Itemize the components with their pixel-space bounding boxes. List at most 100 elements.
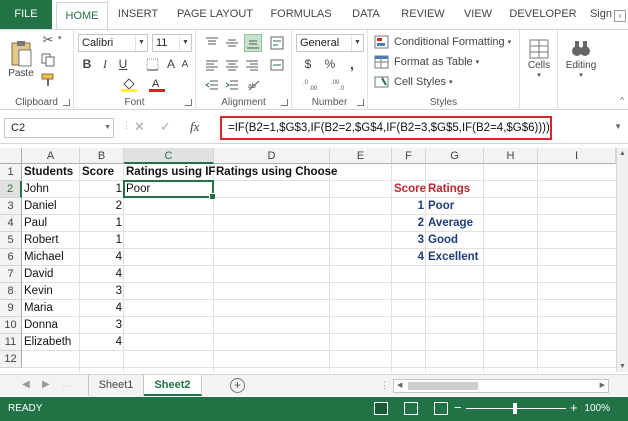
cancel-icon[interactable]: ✕ [134, 119, 145, 135]
format-as-table-button[interactable]: Format as Table ▾ [374, 53, 520, 71]
column-header-e[interactable]: E [330, 148, 392, 164]
page-break-view-icon[interactable] [434, 402, 448, 415]
scroll-down-icon[interactable]: ▼ [619, 363, 626, 370]
chevron-down-icon[interactable]: ▼ [135, 35, 147, 51]
format-painter-button[interactable] [40, 72, 56, 88]
column-header-f[interactable]: F [392, 148, 426, 164]
student-name-cell[interactable]: David [22, 266, 80, 283]
number-format-combo[interactable]: General ▼ [296, 34, 364, 52]
student-name-cell[interactable]: Michael [22, 249, 80, 266]
lookup-score-cell[interactable]: 3 [392, 232, 426, 249]
row-header-2[interactable]: 2 [0, 181, 22, 198]
lookup-rating-cell[interactable]: Good [426, 232, 484, 249]
lookup-score-header[interactable]: Score [392, 181, 426, 198]
student-name-cell[interactable]: Kevin [22, 283, 80, 300]
conditional-formatting-button[interactable]: Conditional Formatting ▾ [374, 33, 520, 51]
zoom-out-icon[interactable]: − [454, 400, 462, 415]
header-score[interactable]: Score [80, 164, 124, 181]
fill-color-button[interactable] [118, 76, 140, 92]
tab-view[interactable]: VIEW [458, 0, 498, 29]
header-ratings-if[interactable]: Ratings using IF [124, 164, 215, 181]
name-box[interactable]: C2 ▼ [4, 118, 114, 138]
sheet-tab-sheet2[interactable]: Sheet2 [144, 375, 202, 396]
tab-page-layout[interactable]: PAGE LAYOUT [172, 0, 258, 29]
paste-button[interactable]: Paste [6, 34, 36, 84]
row-header-10[interactable]: 10 [0, 317, 22, 334]
horizontal-scrollbar[interactable]: ◀ ▶ [393, 379, 609, 393]
font-color-button[interactable]: A [146, 76, 168, 92]
row-header-12[interactable]: 12 [0, 351, 22, 368]
underline-button[interactable]: U [116, 56, 130, 72]
tab-home[interactable]: HOME [56, 2, 108, 30]
score-cell[interactable]: 3 [80, 283, 124, 300]
student-name-cell[interactable]: Maria [22, 300, 80, 317]
row-header-8[interactable]: 8 [0, 283, 22, 300]
score-cell[interactable]: 3 [80, 317, 124, 334]
score-cell[interactable]: 1 [80, 232, 124, 249]
next-sheet-icon[interactable]: ▶ [42, 379, 50, 390]
lookup-rating-cell[interactable]: Excellent [426, 249, 484, 266]
header-students[interactable]: Students [22, 164, 80, 181]
worksheet-grid[interactable]: A B C D E F G H I 1 2 3 4 5 6 7 8 9 10 11 12 Students Score Rat… [0, 148, 616, 372]
row-header-4[interactable]: 4 [0, 215, 22, 232]
enter-icon[interactable]: ✓ [160, 119, 171, 135]
align-left-button[interactable] [204, 58, 220, 72]
column-header-g[interactable]: G [426, 148, 484, 164]
comma-button[interactable]: , [344, 56, 360, 72]
bold-button[interactable]: B [80, 56, 94, 72]
tab-review[interactable]: REVIEW [396, 0, 450, 29]
insert-function-icon[interactable]: fx [190, 119, 199, 135]
tab-file[interactable]: FILE [0, 0, 52, 29]
more-sheets-icon[interactable]: … [62, 379, 72, 390]
column-header-h[interactable]: H [484, 148, 538, 164]
increase-font-button[interactable]: A [164, 56, 178, 72]
score-cell[interactable]: 1 [80, 215, 124, 232]
lookup-rating-cell[interactable]: Average [426, 215, 484, 232]
align-right-button[interactable] [244, 58, 260, 72]
cell-styles-button[interactable]: Cell Styles ▾ [374, 73, 520, 91]
editing-button[interactable]: Editing ▾ [560, 34, 602, 82]
increase-indent-button[interactable] [224, 78, 240, 92]
score-cell[interactable]: 4 [80, 266, 124, 283]
tab-data[interactable]: DATA [344, 0, 388, 29]
column-header-i[interactable]: I [538, 148, 616, 164]
top-align-button[interactable] [204, 36, 220, 50]
borders-button[interactable] [144, 56, 160, 72]
row-header-1[interactable]: 1 [0, 164, 22, 181]
column-header-b[interactable]: B [80, 148, 124, 164]
sign-in-link[interactable]: Sign [590, 0, 612, 29]
scroll-right-icon[interactable]: ▶ [600, 381, 605, 389]
column-header-a[interactable]: A [22, 148, 80, 164]
zoom-percent[interactable]: 100% [584, 397, 610, 421]
increase-decimal-button[interactable]: .0.00 [302, 76, 324, 92]
chevron-down-icon[interactable]: ▼ [351, 35, 363, 51]
student-name-cell[interactable]: Robert [22, 232, 80, 249]
column-header-c[interactable]: C [124, 148, 214, 164]
row-header-3[interactable]: 3 [0, 198, 22, 215]
scroll-left-icon[interactable]: ◀ [397, 381, 402, 389]
alignment-launcher-icon[interactable] [281, 99, 288, 106]
lookup-ratings-header[interactable]: Ratings [426, 181, 484, 198]
scroll-thumb[interactable] [408, 382, 478, 390]
copy-dropdown-icon[interactable]: ▾ [58, 34, 62, 42]
ribbon-scroll-icon[interactable]: › [614, 10, 626, 22]
score-cell[interactable]: 4 [80, 249, 124, 266]
decrease-font-button[interactable]: A [178, 56, 192, 72]
italic-button[interactable]: I [98, 56, 112, 72]
align-center-button[interactable] [224, 58, 240, 72]
cells-button[interactable]: Cells ▾ [522, 34, 556, 82]
font-launcher-icon[interactable] [185, 99, 192, 106]
currency-button[interactable]: $ [300, 56, 316, 72]
percent-button[interactable]: % [322, 56, 338, 72]
merge-button[interactable] [268, 56, 286, 74]
chevron-down-icon[interactable]: ▼ [179, 35, 191, 51]
row-header-7[interactable]: 7 [0, 266, 22, 283]
formula-input[interactable]: =IF(B2=1,$G$3,IF(B2=2,$G$4,IF(B2=3,$G$5,… [220, 116, 552, 140]
student-name-cell[interactable]: John [22, 181, 80, 198]
decrease-indent-button[interactable] [204, 78, 220, 92]
font-name-combo[interactable]: Calibri ▼ [78, 34, 148, 52]
lookup-score-cell[interactable]: 4 [392, 249, 426, 266]
number-launcher-icon[interactable] [357, 99, 364, 106]
prev-sheet-icon[interactable]: ◀ [22, 379, 30, 390]
score-cell[interactable]: 2 [80, 198, 124, 215]
